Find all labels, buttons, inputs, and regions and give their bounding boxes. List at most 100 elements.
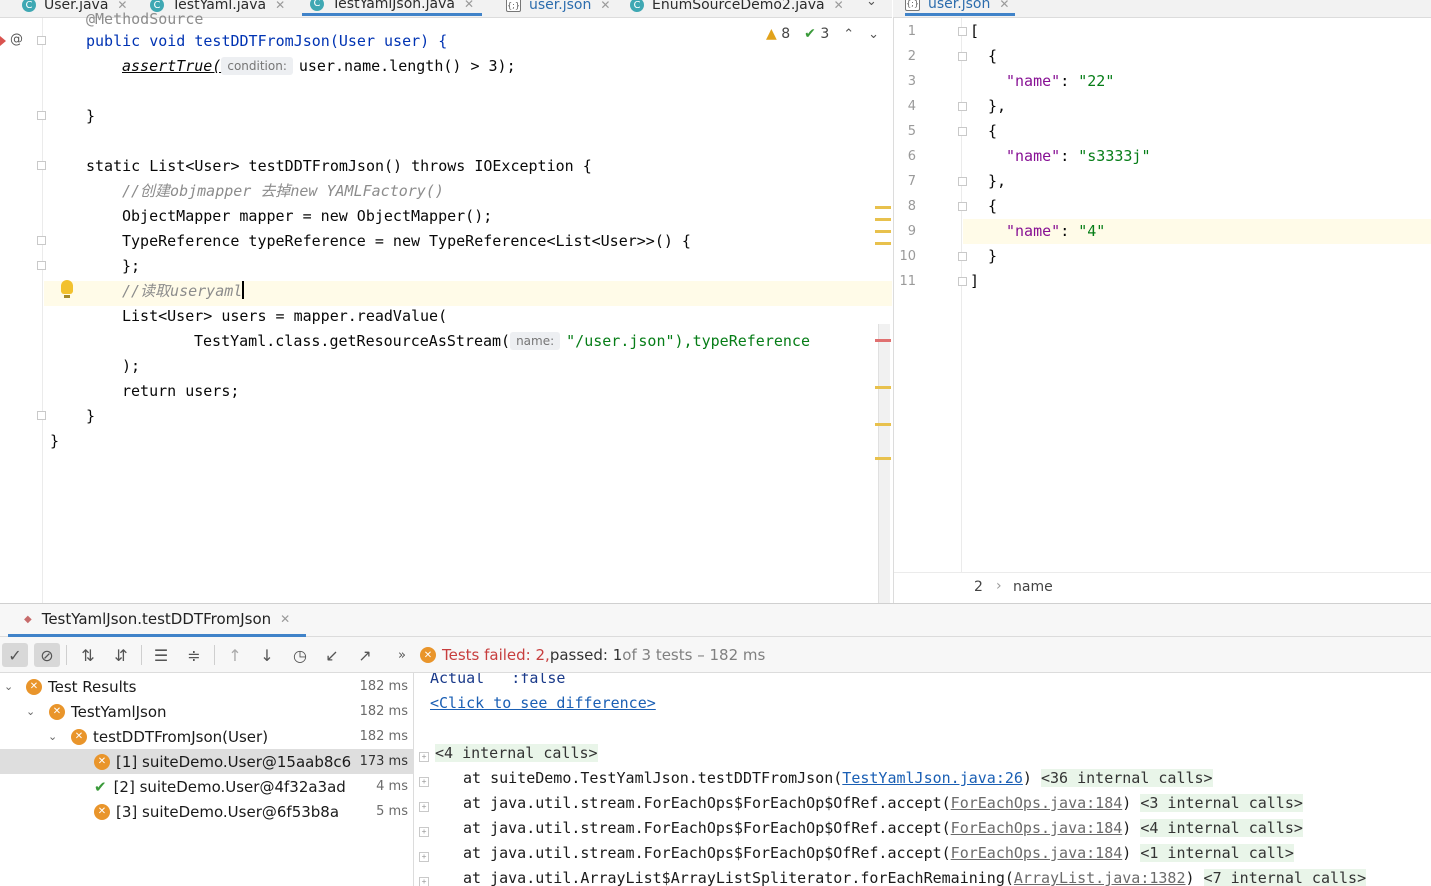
fold-icon[interactable] bbox=[958, 277, 967, 286]
tab-user-json[interactable]: {;} user.json ✕ bbox=[506, 0, 610, 16]
tab-label: user.json bbox=[928, 0, 991, 12]
close-icon[interactable]: ✕ bbox=[464, 0, 474, 11]
lightbulb-icon[interactable] bbox=[61, 280, 73, 298]
fold-icon[interactable] bbox=[37, 411, 46, 420]
fold-icon[interactable] bbox=[958, 127, 967, 136]
close-icon[interactable]: ✕ bbox=[999, 0, 1009, 11]
show-ignored-button[interactable]: ⊘ bbox=[34, 643, 60, 667]
error-stripe-mark[interactable] bbox=[875, 339, 891, 342]
source-link[interactable]: TestYamlJson.java:26 bbox=[842, 769, 1023, 787]
fold-icon[interactable] bbox=[958, 52, 967, 61]
test-status: ✕ Tests failed: 2, passed: 1 of 3 tests … bbox=[420, 646, 765, 664]
show-passed-button[interactable]: ✓ bbox=[2, 643, 28, 667]
export-button[interactable]: ↗ bbox=[352, 643, 378, 667]
fold-icon[interactable] bbox=[37, 111, 46, 120]
fold-icon[interactable] bbox=[958, 252, 967, 261]
error-stripe-mark[interactable] bbox=[875, 386, 891, 389]
tab-user-json-right[interactable]: {;} user.json ✕ bbox=[905, 0, 1016, 16]
chevron-down-icon[interactable]: ⌄ bbox=[866, 0, 877, 9]
close-icon[interactable]: ✕ bbox=[275, 0, 285, 12]
console-stack-frame: + at java.util.stream.ForEachOps$ForEachO… bbox=[415, 841, 1294, 866]
test-results-tree[interactable]: ⌄ ✕ Test Results 182 ms ⌄ ✕ TestYamlJson 1… bbox=[0, 673, 414, 886]
close-icon[interactable]: ✕ bbox=[834, 0, 844, 12]
source-link[interactable]: ForEachOps.java:184 bbox=[951, 819, 1123, 837]
expand-icon[interactable]: + bbox=[419, 852, 429, 862]
line-number: 6 bbox=[907, 149, 916, 164]
chevron-down-icon[interactable]: ⌄ bbox=[26, 705, 35, 718]
fold-icon[interactable] bbox=[958, 177, 967, 186]
breadcrumb-key[interactable]: name bbox=[1013, 579, 1053, 595]
fold-icon[interactable] bbox=[958, 27, 967, 36]
tree-row-method[interactable]: ⌄ ✕ testDDTFromJson(User) 182 ms bbox=[0, 724, 414, 749]
breadcrumb-separator: › bbox=[996, 578, 1002, 594]
expand-icon[interactable]: + bbox=[419, 777, 429, 787]
error-stripe-mark[interactable] bbox=[875, 230, 891, 233]
source-link[interactable]: ForEachOps.java:184 bbox=[951, 844, 1123, 862]
expand-icon[interactable]: + bbox=[419, 802, 429, 812]
more-icon[interactable]: » bbox=[389, 643, 415, 667]
tree-row-test-results[interactable]: ⌄ ✕ Test Results 182 ms bbox=[0, 674, 414, 699]
click-to-see-difference-link[interactable]: <Click to see difference> bbox=[430, 694, 656, 712]
run-gutter-icon[interactable] bbox=[0, 36, 6, 46]
json-line-7: }, bbox=[988, 172, 1007, 190]
class-icon: C bbox=[22, 0, 36, 12]
tree-row-case-2[interactable]: ✔ [2] suiteDemo.User@4f32a3ad 4 ms bbox=[0, 774, 414, 799]
error-stripe-mark[interactable] bbox=[875, 218, 891, 221]
close-icon[interactable]: ✕ bbox=[600, 0, 610, 12]
inspection-widget[interactable]: ▲ 8 ✔ 3 ⌃ ⌄ bbox=[766, 26, 879, 42]
failed-icon: ✕ bbox=[26, 678, 42, 695]
json-line-5: { bbox=[988, 122, 998, 140]
error-stripe-mark[interactable] bbox=[875, 242, 891, 245]
import-button[interactable]: ↙ bbox=[319, 643, 345, 667]
code-line-8: TypeReference typeReference = new TypeRe… bbox=[122, 232, 691, 250]
expand-icon[interactable]: + bbox=[419, 752, 429, 762]
tab-testyamljson-java[interactable]: C TestYamlJson.java ✕ bbox=[302, 0, 483, 16]
chevron-down-icon[interactable]: ⌄ bbox=[4, 680, 13, 693]
chevron-down-icon[interactable]: ⌄ bbox=[48, 730, 57, 743]
code-editor-left[interactable]: @ @MethodSource public void testDDTFromJ… bbox=[0, 10, 892, 603]
collapse-all-button[interactable]: ≑ bbox=[181, 643, 207, 667]
fold-icon[interactable] bbox=[37, 36, 46, 45]
expand-all-button[interactable]: ☰ bbox=[148, 643, 174, 667]
typo-count[interactable]: ✔ 3 bbox=[804, 26, 829, 42]
previous-failed-button[interactable]: ↑ bbox=[222, 643, 248, 667]
code-line-6: //创建objmapper 去掉new YAMLFactory() bbox=[122, 182, 444, 200]
history-button[interactable]: ◷ bbox=[287, 643, 313, 667]
expand-icon[interactable]: + bbox=[419, 877, 429, 886]
source-link[interactable]: ArrayList.java:1382 bbox=[1014, 869, 1186, 886]
fold-icon[interactable] bbox=[37, 261, 46, 270]
sort-duration-button[interactable]: ⇵ bbox=[108, 643, 134, 667]
annotation-icon[interactable]: @ bbox=[10, 32, 23, 47]
json-line-9: "name": "4" bbox=[1006, 222, 1106, 240]
close-icon[interactable]: ✕ bbox=[280, 612, 290, 626]
fold-icon[interactable] bbox=[37, 161, 46, 170]
tree-row-case-3[interactable]: ✕ [3] suiteDemo.User@6f53b8a 5 ms bbox=[0, 799, 414, 824]
code-line-2: public void testDDTFromJson(User user) { bbox=[86, 32, 448, 50]
tab-enumsourcedemo2-java[interactable]: C EnumSourceDemo2.java ✕ bbox=[630, 0, 844, 16]
json-line-4: }, bbox=[988, 97, 1007, 115]
error-stripe-mark[interactable] bbox=[875, 423, 891, 426]
code-line-3: assertTrue(condition: user.name.length() … bbox=[122, 57, 516, 75]
expand-icon[interactable]: + bbox=[419, 827, 429, 837]
sort-alpha-button[interactable]: ⇅ bbox=[75, 643, 101, 667]
source-link[interactable]: ForEachOps.java:184 bbox=[951, 794, 1123, 812]
code-line-15: } bbox=[86, 407, 96, 425]
error-stripe-mark[interactable] bbox=[875, 457, 891, 460]
next-failed-button[interactable]: ↓ bbox=[254, 643, 280, 667]
error-stripe-mark[interactable] bbox=[875, 206, 891, 209]
fold-icon[interactable] bbox=[958, 102, 967, 111]
breadcrumb-index[interactable]: 2 bbox=[974, 579, 983, 595]
test-console-output[interactable]: Actual :false <Click to see difference> … bbox=[415, 673, 1431, 886]
fold-icon[interactable] bbox=[37, 236, 46, 245]
json-file-icon: {;} bbox=[506, 0, 521, 12]
tree-row-class[interactable]: ⌄ ✕ TestYamlJson 182 ms bbox=[0, 699, 414, 724]
vertical-scrollbar[interactable] bbox=[878, 324, 890, 603]
toolbar-separator bbox=[214, 645, 215, 665]
tree-row-case-1[interactable]: ✕ [1] suiteDemo.User@15aab8c6 173 ms bbox=[0, 749, 414, 774]
chevron-up-icon[interactable]: ⌃ bbox=[843, 27, 854, 42]
chevron-down-icon[interactable]: ⌄ bbox=[868, 27, 879, 42]
code-editor-right[interactable]: 1 2 3 4 5 6 7 8 9 10 11 [ { "name": "22"… bbox=[893, 18, 1431, 603]
fold-icon[interactable] bbox=[958, 202, 967, 211]
warning-count[interactable]: ▲ 8 bbox=[766, 26, 790, 42]
run-config-tab[interactable]: ◆ TestYamlJson.testDDTFromJson ✕ bbox=[8, 604, 307, 637]
